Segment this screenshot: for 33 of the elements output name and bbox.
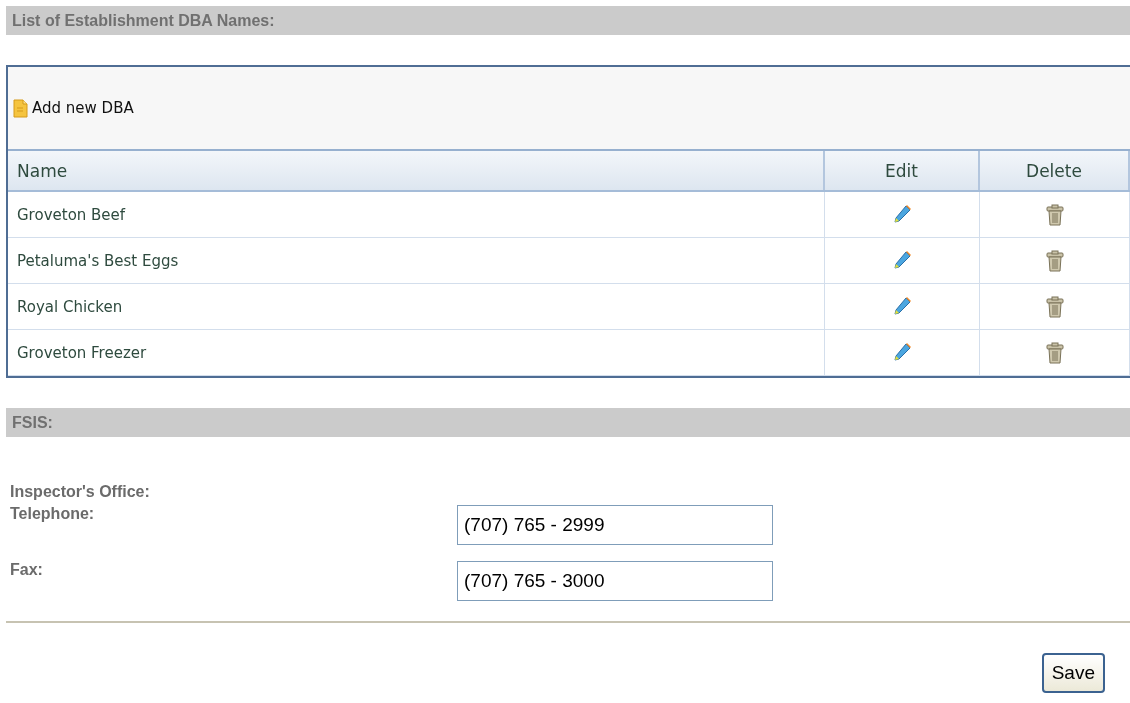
edit-button[interactable] (892, 203, 912, 226)
pencil-icon (892, 249, 912, 272)
delete-button[interactable] (1045, 249, 1064, 272)
table-cell: Petaluma's Best Eggs (8, 238, 825, 283)
trash-icon (1045, 249, 1064, 272)
delete-button[interactable] (1045, 203, 1064, 226)
edit-button[interactable] (892, 249, 912, 272)
column-header: Delete (980, 151, 1130, 190)
field-label: Telephone: (10, 505, 96, 523)
column-header: Name (8, 151, 825, 190)
edit-button[interactable] (892, 341, 912, 364)
table-cell: Groveton Freezer (8, 330, 825, 375)
trash-icon (1045, 341, 1064, 364)
section-header: List of Establishment DBA Names: (6, 6, 1130, 35)
table-cell: Royal Chicken (8, 284, 825, 329)
input-field[interactable]: (707) 765 - 2999 (457, 505, 773, 545)
pencil-icon (892, 341, 912, 364)
column-header: Edit (825, 151, 980, 190)
save-button[interactable]: Save (1041, 653, 1105, 693)
field-label: Fax: (10, 561, 44, 579)
trash-icon (1045, 203, 1064, 226)
document-icon (13, 98, 28, 118)
pencil-icon (892, 203, 912, 226)
delete-button[interactable] (1045, 295, 1064, 318)
delete-button[interactable] (1045, 341, 1064, 364)
trash-icon (1045, 295, 1064, 318)
input-field[interactable]: (707) 765 - 3000 (457, 561, 773, 601)
pencil-icon (892, 295, 912, 318)
edit-button[interactable] (892, 295, 912, 318)
table-cell: Groveton Beef (8, 192, 825, 237)
add-dba-link[interactable]: Add new DBA (13, 98, 134, 118)
section-header: FSIS: (6, 408, 1130, 437)
field-label: Inspector's Office: (10, 483, 151, 501)
